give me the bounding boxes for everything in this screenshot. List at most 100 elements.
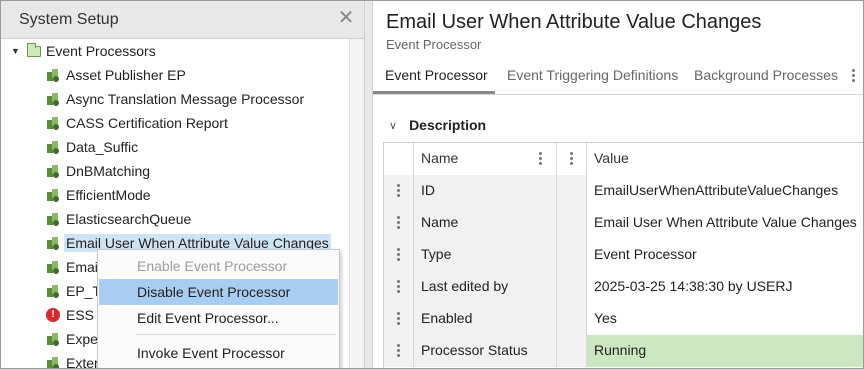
- tree-item[interactable]: Email: [45, 257, 101, 277]
- menu-item-edit-event-processor[interactable]: Edit Event Processor...: [99, 305, 338, 331]
- error-icon: !: [46, 308, 60, 322]
- row-spacer-cell: [557, 303, 587, 335]
- tree-item-label: Data_Suffic: [66, 139, 139, 155]
- panel-splitter[interactable]: [364, 1, 373, 368]
- table-row[interactable]: Enabled Yes: [384, 303, 863, 335]
- row-spacer-cell: [557, 239, 587, 271]
- event-processor-icon: [47, 285, 59, 298]
- expand-caret-icon[interactable]: ▼: [11, 46, 21, 56]
- grid-header-row: Name Value: [384, 143, 863, 175]
- status-value-cell[interactable]: Running: [587, 335, 863, 367]
- tree-item-label: ElasticsearchQueue: [66, 211, 192, 227]
- menu-item-enable-event-processor[interactable]: Enable Event Processor: [99, 253, 338, 279]
- tree-item[interactable]: CASS Certification Report: [45, 113, 228, 133]
- column-header-label: Value: [594, 150, 629, 166]
- chevron-down-icon[interactable]: ∨: [389, 119, 397, 132]
- event-processor-icon: [47, 213, 59, 226]
- tree-item-label: DnBMatching: [66, 163, 151, 179]
- panel-header: System Setup ✕: [1, 1, 364, 39]
- row-name-cell: Processor Status: [414, 335, 557, 367]
- column-menu-icon[interactable]: [539, 152, 543, 166]
- row-name-cell: Last edited by: [414, 271, 557, 303]
- table-row[interactable]: Processor Status Running: [384, 335, 863, 367]
- tree-item-label: Asset Publisher EP: [66, 67, 186, 83]
- close-icon[interactable]: ✕: [337, 8, 355, 28]
- system-setup-panel: System Setup ✕ ▼ Event Processors Asset …: [1, 1, 364, 369]
- tree-item-label: Expe: [66, 331, 98, 347]
- tree-item[interactable]: Async Translation Message Processor: [45, 89, 304, 109]
- tree-node-event-processors[interactable]: ▼ Event Processors: [11, 42, 156, 60]
- tree-item[interactable]: DnBMatching: [45, 161, 150, 181]
- event-processor-icon: [47, 333, 59, 346]
- tree-item-label: Email: [66, 259, 102, 275]
- section-title: Description: [409, 117, 487, 133]
- row-value-cell[interactable]: 2025-03-25 14:38:30 by USERJ: [587, 271, 863, 303]
- context-menu: Enable Event Processor Disable Event Pro…: [97, 249, 340, 368]
- row-handle[interactable]: [384, 271, 414, 303]
- event-processor-icon: [47, 261, 59, 274]
- table-row[interactable]: Type Event Processor: [384, 239, 863, 271]
- page-subtitle: Event Processor: [386, 37, 482, 52]
- row-handle[interactable]: [384, 303, 414, 335]
- column-header-value[interactable]: Value: [587, 143, 863, 175]
- drag-handle-icon[interactable]: [397, 216, 401, 230]
- section-header-description[interactable]: ∨ Description: [389, 117, 486, 133]
- tree-item-label: EfficientMode: [66, 187, 151, 203]
- menu-item-disable-event-processor[interactable]: Disable Event Processor: [99, 279, 338, 305]
- row-value-cell[interactable]: Email User When Attribute Value Changes: [587, 207, 863, 239]
- tree-item[interactable]: EP_T: [45, 281, 101, 301]
- event-processor-icon: [47, 237, 59, 250]
- row-value-cell[interactable]: EmailUserWhenAttributeValueChanges: [587, 175, 863, 207]
- column-header-spacer: [557, 143, 587, 175]
- event-processor-icon: [47, 93, 59, 106]
- tree-item[interactable]: ElasticsearchQueue: [45, 209, 191, 229]
- drag-handle-icon[interactable]: [397, 184, 401, 198]
- tab-background-processes[interactable]: Background Processes: [694, 67, 838, 83]
- active-tab-indicator: [373, 91, 495, 94]
- row-name-cell: Name: [414, 207, 557, 239]
- tab-event-triggering-definitions[interactable]: Event Triggering Definitions: [507, 67, 678, 83]
- drag-handle-icon[interactable]: [397, 312, 401, 326]
- tree-item[interactable]: Asset Publisher EP: [45, 65, 186, 85]
- tree-node-label: Event Processors: [46, 43, 156, 59]
- tree-item[interactable]: Exter: [45, 353, 99, 369]
- tree-item[interactable]: Expe: [45, 329, 98, 349]
- tree-item[interactable]: Data_Suffic: [45, 137, 138, 157]
- row-handle[interactable]: [384, 335, 414, 367]
- row-spacer-cell: [557, 175, 587, 207]
- drag-handle-icon[interactable]: [397, 248, 401, 262]
- row-handle[interactable]: [384, 239, 414, 271]
- menu-item-invoke-event-processor[interactable]: Invoke Event Processor: [99, 340, 338, 366]
- tree-item-label: EP_T: [66, 283, 102, 299]
- header-handle-cell: [384, 143, 414, 175]
- menu-separator: [136, 334, 336, 335]
- row-name-cell: ID: [414, 175, 557, 207]
- tree-scrollbar[interactable]: [349, 39, 364, 368]
- more-tabs-icon[interactable]: [850, 67, 856, 89]
- row-value-cell[interactable]: Yes: [587, 303, 863, 335]
- event-processor-icon: [47, 141, 59, 154]
- row-handle[interactable]: [384, 175, 414, 207]
- row-name-cell: Type: [414, 239, 557, 271]
- row-value-cell[interactable]: Event Processor: [587, 239, 863, 271]
- panel-title: System Setup: [19, 11, 119, 28]
- tab-event-processor[interactable]: Event Processor: [385, 67, 488, 83]
- column-header-name[interactable]: Name: [414, 143, 557, 175]
- row-name-cell: Enabled: [414, 303, 557, 335]
- table-row[interactable]: ID EmailUserWhenAttributeValueChanges: [384, 175, 863, 207]
- tree-item[interactable]: EfficientMode: [45, 185, 151, 205]
- application-window: System Setup ✕ ▼ Event Processors Asset …: [0, 0, 864, 369]
- tree-item-label: Exter: [66, 355, 99, 369]
- tab-bar: Event Processor Event Triggering Definit…: [373, 59, 863, 95]
- column-menu-icon[interactable]: [570, 152, 574, 166]
- table-row[interactable]: Last edited by 2025-03-25 14:38:30 by US…: [384, 271, 863, 303]
- tree-item[interactable]: ! ESS: [45, 305, 94, 325]
- drag-handle-icon[interactable]: [397, 280, 401, 294]
- tree-item-label: ESS: [66, 307, 95, 323]
- row-handle[interactable]: [384, 207, 414, 239]
- event-processor-icon: [47, 117, 59, 130]
- folder-icon: [27, 42, 41, 57]
- row-spacer-cell: [557, 207, 587, 239]
- drag-handle-icon[interactable]: [397, 344, 401, 358]
- table-row[interactable]: Name Email User When Attribute Value Cha…: [384, 207, 863, 239]
